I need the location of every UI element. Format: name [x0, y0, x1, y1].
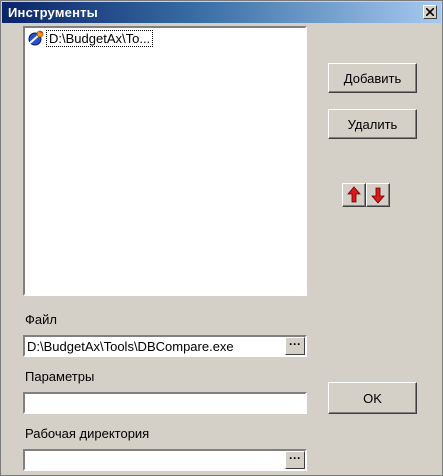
workdir-label: Рабочая директория — [25, 426, 150, 441]
window-title: Инструменты — [8, 5, 98, 20]
add-button[interactable]: Добавить — [328, 63, 417, 93]
params-label: Параметры — [25, 369, 95, 384]
move-up-button[interactable] — [342, 183, 366, 207]
close-button[interactable] — [423, 5, 437, 19]
workdir-browse-button[interactable]: ··· — [285, 451, 305, 469]
tools-dialog: Инструменты D:\BudgetAx\To... Добавить У… — [0, 0, 443, 476]
ok-button[interactable]: OK — [328, 382, 417, 414]
tool-app-icon — [28, 30, 44, 45]
params-field[interactable] — [23, 392, 307, 414]
close-icon — [426, 8, 434, 16]
list-item-label: D:\BudgetAx\To... — [46, 29, 154, 47]
file-input[interactable] — [26, 337, 282, 355]
file-label: Файл — [25, 312, 57, 327]
workdir-field[interactable]: ··· — [23, 449, 307, 471]
params-input[interactable] — [26, 394, 304, 412]
file-browse-button[interactable]: ··· — [285, 337, 305, 355]
move-down-button[interactable] — [366, 183, 390, 207]
list-item[interactable]: D:\BudgetAx\To... — [27, 29, 154, 47]
workdir-input[interactable] — [26, 451, 282, 469]
arrow-up-icon — [347, 186, 361, 203]
tools-listbox[interactable]: D:\BudgetAx\To... — [23, 26, 307, 296]
file-field[interactable]: ··· — [23, 335, 307, 357]
arrow-down-icon — [371, 187, 385, 204]
title-bar[interactable]: Инструменты — [2, 2, 441, 23]
delete-button[interactable]: Удалить — [328, 109, 417, 139]
